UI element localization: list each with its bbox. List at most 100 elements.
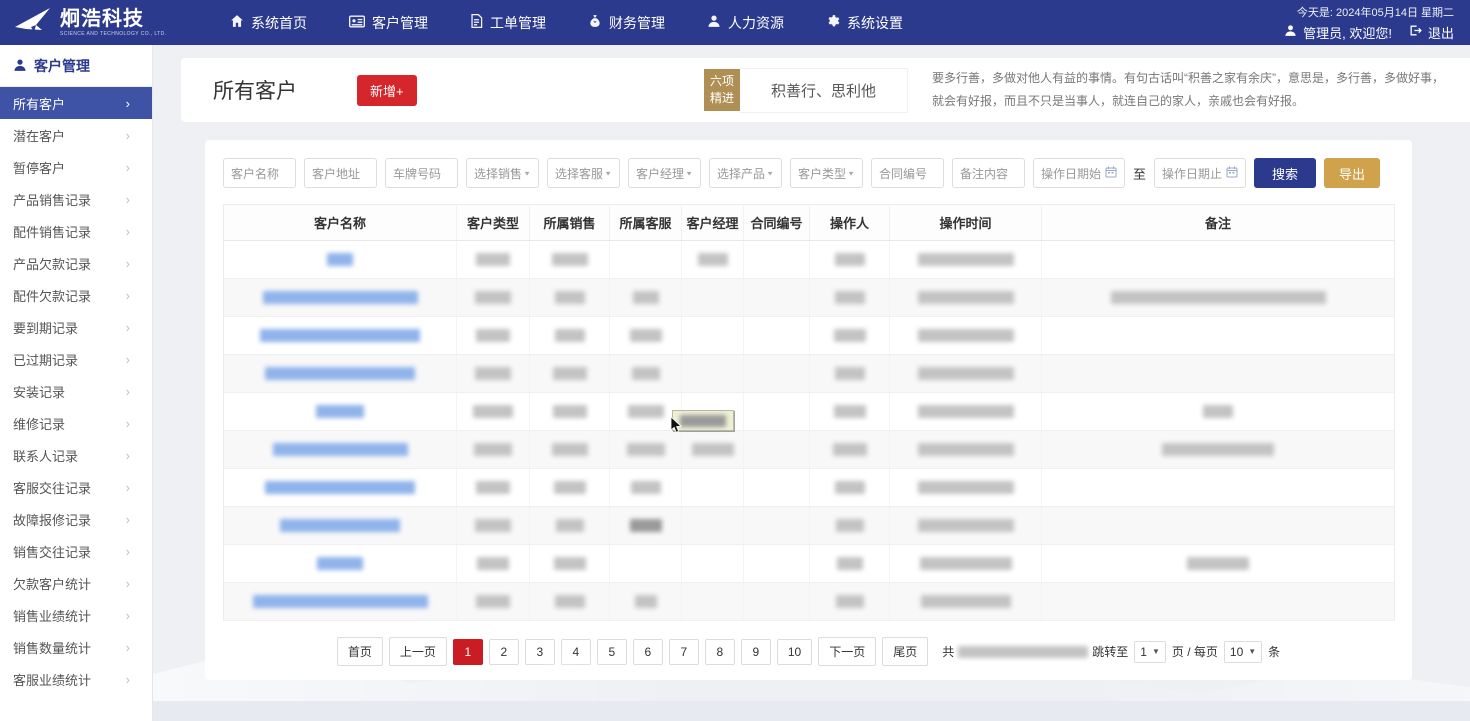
page-number-3[interactable]: 3: [525, 639, 555, 665]
redacted-total-count: [958, 646, 1088, 658]
redacted-text-bar: [836, 595, 864, 608]
redacted-customer-link[interactable]: [224, 507, 457, 545]
user-row: 管理员, 欢迎您! 退出: [1284, 23, 1454, 42]
sidebar-item-17[interactable]: 销售数量统计›: [0, 631, 152, 663]
sidebar-item-10[interactable]: 维修记录›: [0, 407, 152, 439]
sidebar-item-label: 要到期记录: [13, 318, 78, 337]
mouse-cursor-icon: [670, 417, 683, 438]
page-first-button[interactable]: 首页: [337, 637, 383, 666]
topbar-right: 今天是: 2024年05月14日 星期二 管理员, 欢迎您! 退出: [1284, 4, 1470, 42]
redacted-customer-link[interactable]: [224, 355, 457, 393]
chevron-down-icon: ▼: [847, 169, 855, 176]
redacted-cell: [457, 583, 530, 621]
filter-select-3[interactable]: 选择销售▼: [466, 158, 539, 188]
page-number-8[interactable]: 8: [705, 639, 735, 665]
redacted-customer-link[interactable]: [224, 545, 457, 583]
redacted-customer-link[interactable]: [224, 431, 457, 469]
sidebar-item-16[interactable]: 销售业绩统计›: [0, 599, 152, 631]
filter-input-2[interactable]: 车牌号码: [385, 158, 458, 188]
sidebar-item-8[interactable]: 已过期记录›: [0, 343, 152, 375]
chevron-right-icon: ›: [126, 160, 130, 175]
filter-input-0[interactable]: 客户名称: [223, 158, 296, 188]
sidebar-item-label: 销售交往记录: [13, 542, 91, 561]
redacted-customer-link[interactable]: [224, 583, 457, 621]
quote-badge: 六项 精进: [704, 69, 740, 112]
sidebar-item-13[interactable]: 故障报修记录›: [0, 503, 152, 535]
sidebar-item-label: 销售业绩统计: [13, 606, 91, 625]
sidebar-item-7[interactable]: 要到期记录›: [0, 311, 152, 343]
total-records: 共跳转至: [942, 643, 1128, 660]
redacted-cell: [457, 393, 530, 431]
page-size-select[interactable]: 10▼: [1224, 641, 1262, 663]
page-next-button[interactable]: 下一页: [818, 637, 876, 666]
filter-select-4[interactable]: 选择客服▼: [547, 158, 620, 188]
page-number-6[interactable]: 6: [633, 639, 663, 665]
filter-select-7[interactable]: 客户类型▼: [790, 158, 863, 188]
nav-item-3[interactable]: 财务管理: [588, 13, 665, 33]
sidebar-item-0[interactable]: 所有客户›: [0, 87, 152, 119]
sidebar-item-12[interactable]: 客服交往记录›: [0, 471, 152, 503]
page-number-2[interactable]: 2: [489, 639, 519, 665]
redacted-text-bar: [554, 557, 586, 570]
add-button[interactable]: 新增+: [357, 75, 417, 106]
page-number-9[interactable]: 9: [741, 639, 771, 665]
redacted-cell: [810, 279, 890, 317]
redacted-cell: [1042, 279, 1395, 317]
search-button[interactable]: 搜索: [1254, 158, 1316, 188]
nav-item-4[interactable]: 人力资源: [707, 13, 784, 33]
sidebar-item-label: 故障报修记录: [13, 510, 91, 529]
filter-input-8[interactable]: 合同编号: [871, 158, 944, 188]
nav-item-2[interactable]: 工单管理: [470, 13, 546, 33]
sidebar-item-3[interactable]: 产品销售记录›: [0, 183, 152, 215]
chevron-down-icon: ▼: [685, 169, 693, 176]
export-button[interactable]: 导出: [1324, 158, 1380, 188]
redacted-cell: [610, 317, 682, 355]
redacted-cell: [530, 583, 610, 621]
redacted-customer-link[interactable]: [224, 393, 457, 431]
sidebar-item-9[interactable]: 安装记录›: [0, 375, 152, 407]
filter-date-10[interactable]: 操作日期始: [1033, 158, 1125, 188]
sidebar-item-18[interactable]: 客服业绩统计›: [0, 663, 152, 695]
filter-input-1[interactable]: 客户地址: [304, 158, 377, 188]
page-number-1[interactable]: 1: [453, 639, 483, 665]
filter-date-12[interactable]: 操作日期止: [1154, 158, 1246, 188]
sidebar-item-1[interactable]: 潜在客户›: [0, 119, 152, 151]
sidebar-item-label: 销售数量统计: [13, 638, 91, 657]
logout-button[interactable]: 退出: [1408, 23, 1454, 42]
redacted-text-bar: [475, 519, 511, 532]
sidebar-item-14[interactable]: 销售交往记录›: [0, 535, 152, 567]
jump-page-select[interactable]: 1▼: [1134, 641, 1166, 663]
sidebar-item-5[interactable]: 产品欠款记录›: [0, 247, 152, 279]
sidebar-item-6[interactable]: 配件欠款记录›: [0, 279, 152, 311]
badge-line1: 六项: [708, 73, 736, 90]
redacted-text-bar: [836, 519, 864, 532]
chevron-down-icon: ▼: [604, 169, 612, 176]
column-header-3: 所属客服: [610, 205, 682, 241]
page-number-5[interactable]: 5: [597, 639, 627, 665]
page-last-button[interactable]: 尾页: [882, 637, 928, 666]
redacted-customer-link[interactable]: [224, 317, 457, 355]
table-row: [224, 279, 1395, 317]
redacted-customer-link[interactable]: [224, 279, 457, 317]
redacted-text-bar: [474, 443, 512, 456]
sidebar-item-4[interactable]: 配件销售记录›: [0, 215, 152, 247]
sidebar-item-15[interactable]: 欠款客户统计›: [0, 567, 152, 599]
page-number-7[interactable]: 7: [669, 639, 699, 665]
page-prev-button[interactable]: 上一页: [389, 637, 447, 666]
filter-select-6[interactable]: 选择产品▼: [709, 158, 782, 188]
sidebar-item-2[interactable]: 暂停客户›: [0, 151, 152, 183]
redacted-text-bar: [476, 481, 510, 494]
filter-select-5[interactable]: 客户经理▼: [628, 158, 701, 188]
redacted-customer-link[interactable]: [224, 469, 457, 507]
nav-item-1[interactable]: 客户管理: [349, 13, 428, 33]
redacted-cell: [457, 545, 530, 583]
redacted-customer-link[interactable]: [224, 241, 457, 279]
page-number-10[interactable]: 10: [777, 639, 812, 665]
chevron-down-icon: ▼: [523, 169, 531, 176]
filter-input-9[interactable]: 备注内容: [952, 158, 1025, 188]
sidebar-item-11[interactable]: 联系人记录›: [0, 439, 152, 471]
nav-item-0[interactable]: 系统首页: [230, 13, 307, 33]
sidebar-header-label: 客户管理: [34, 56, 90, 76]
nav-item-5[interactable]: 系统设置: [826, 13, 903, 33]
page-number-4[interactable]: 4: [561, 639, 591, 665]
